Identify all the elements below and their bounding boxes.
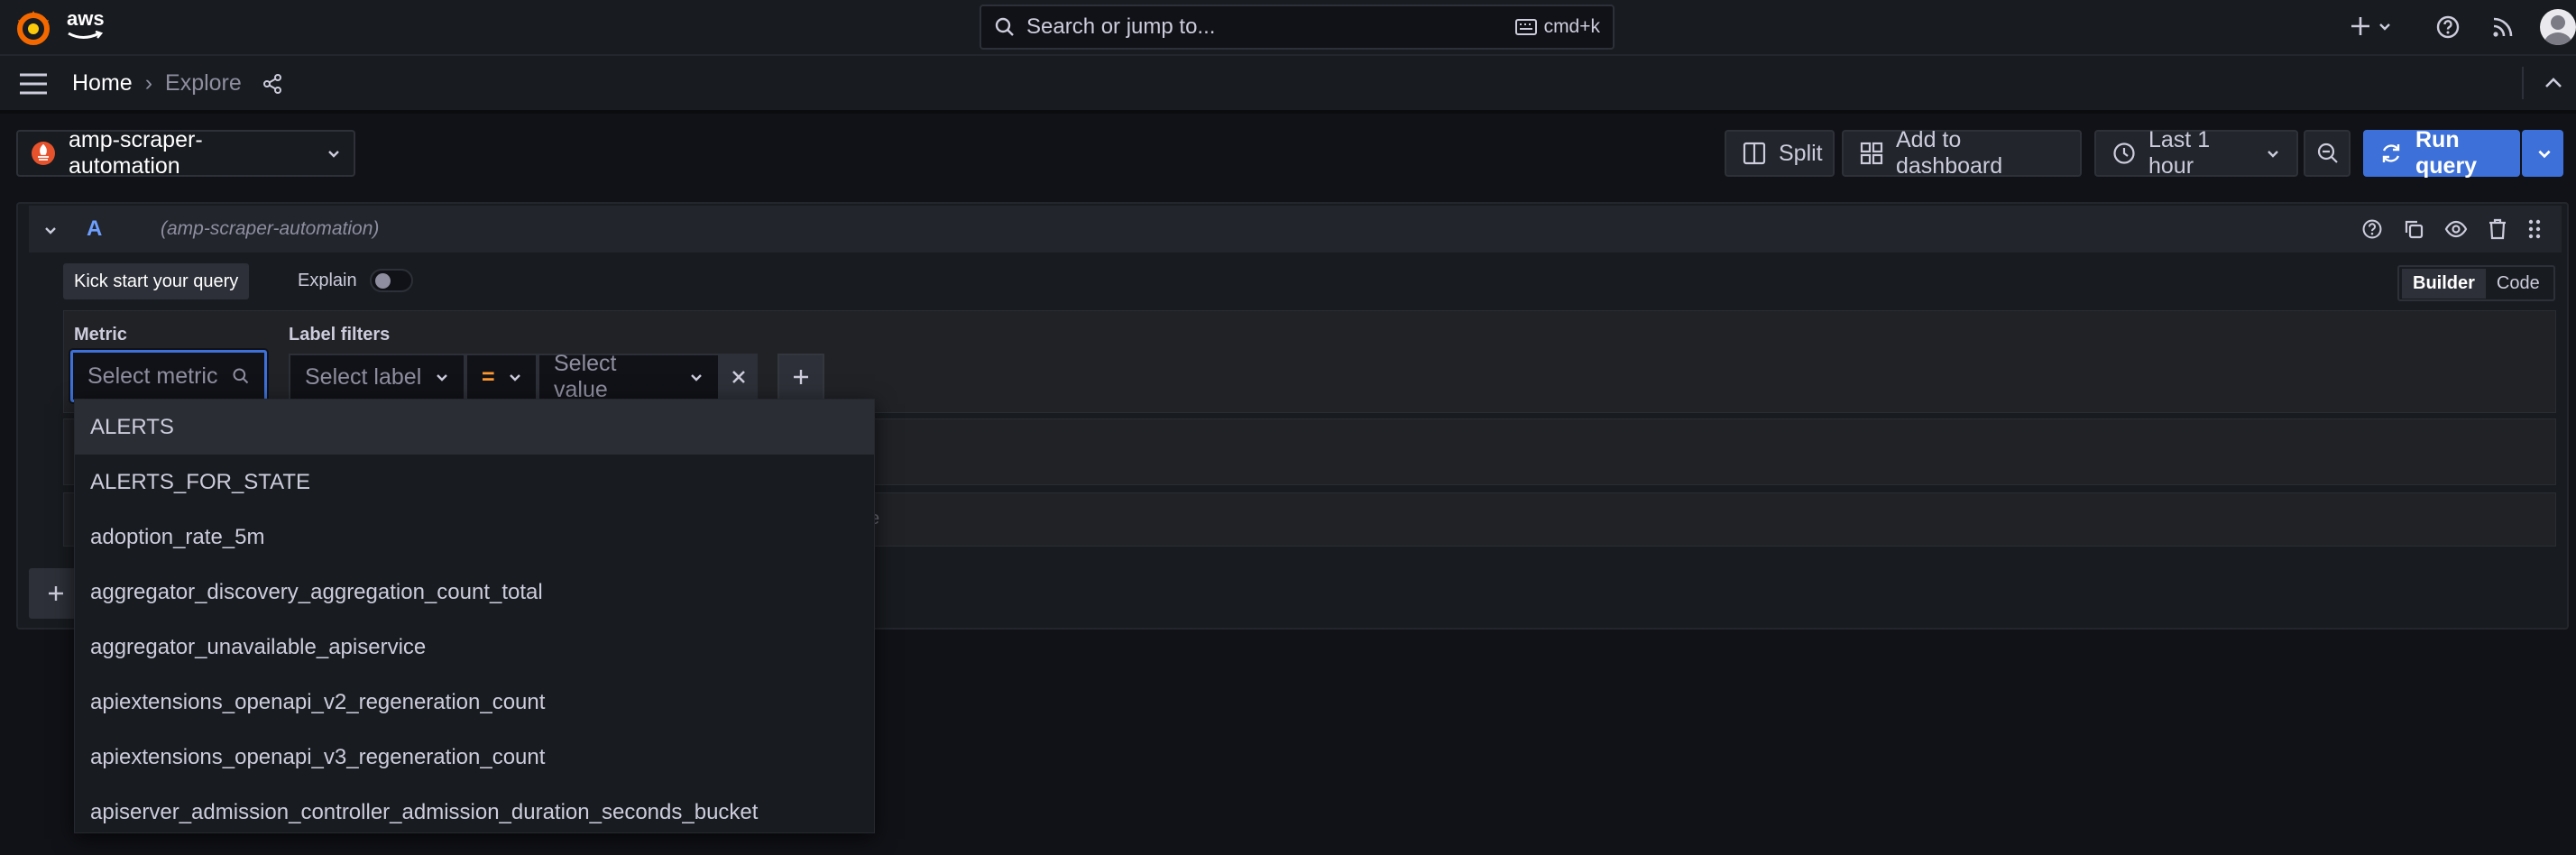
query-actions [2361, 218, 2542, 240]
metric-option[interactable]: ALERTS [75, 400, 874, 455]
aws-logo-text: aws [67, 7, 105, 30]
zoom-out-button[interactable] [2304, 130, 2351, 177]
code-mode-tab[interactable]: Code [2486, 269, 2551, 299]
breadcrumb-separator: › [144, 70, 153, 96]
time-range-picker[interactable]: Last 1 hour [2094, 127, 2298, 179]
run-query-button[interactable]: Run query [2363, 127, 2520, 179]
divider [2522, 67, 2524, 99]
metric-option[interactable]: ALERTS_FOR_STATE [75, 455, 874, 510]
eye-icon[interactable] [2444, 218, 2468, 240]
run-query-label: Run query [2415, 127, 2478, 179]
value-select-placeholder: Select value [554, 351, 617, 402]
copy-icon[interactable] [2403, 218, 2424, 240]
metric-label: Metric [74, 325, 127, 345]
kick-start-button[interactable]: Kick start your query [63, 263, 250, 299]
run-query-options-button[interactable] [2522, 130, 2563, 177]
news-feed-icon[interactable] [2491, 15, 2515, 39]
plus-icon [46, 584, 66, 603]
query-ref-id[interactable]: A [87, 216, 102, 242]
metric-option[interactable]: adoption_rate_5m [75, 510, 874, 565]
metric-option[interactable]: apiserver_admission_controller_admission… [75, 785, 874, 840]
apps-icon [1860, 142, 1883, 165]
collapse-chevron-icon[interactable] [43, 223, 58, 237]
chevron-down-icon [2378, 19, 2392, 33]
add-to-dashboard-label: Add to dashboard [1896, 127, 2003, 179]
search-icon [232, 367, 250, 385]
add-filter-button[interactable] [777, 354, 824, 400]
chevron-down-icon [508, 370, 522, 384]
remove-filter-button[interactable] [720, 354, 758, 400]
split-label: Split [1779, 140, 1823, 166]
chevron-down-icon [2536, 145, 2553, 161]
chevron-down-icon [2266, 146, 2280, 161]
metric-option[interactable]: apiextensions_openapi_v2_regeneration_co… [75, 675, 874, 730]
breadcrumb-home[interactable]: Home [72, 70, 133, 97]
label-filters-label: Label filters [289, 325, 391, 345]
user-avatar[interactable] [2540, 9, 2576, 45]
refresh-icon [2379, 142, 2403, 165]
chevron-down-icon [435, 370, 449, 384]
query-datasource-hint: (amp-scraper-automation) [161, 218, 380, 239]
trash-icon[interactable] [2488, 218, 2507, 240]
breadcrumb-explore: Explore [165, 70, 242, 96]
search-shortcut: cmd+k [1514, 16, 1600, 38]
metric-dropdown-menu: ALERTS ALERTS_FOR_STATE adoption_rate_5m… [74, 399, 875, 833]
metric-select-input[interactable]: Select metric [70, 350, 267, 402]
breadcrumb: Home › Explore [72, 70, 242, 97]
zoom-out-icon [2316, 142, 2340, 165]
label-select-placeholder: Select label [305, 363, 422, 390]
help-icon[interactable] [2435, 14, 2461, 40]
builder-mode-tab[interactable]: Builder [2402, 268, 2486, 299]
plus-icon [2349, 14, 2372, 38]
drag-handle-icon[interactable] [2527, 218, 2542, 240]
metric-select-placeholder: Select metric [87, 363, 218, 389]
metric-option[interactable]: aggregator_unavailable_apiservice [75, 620, 874, 675]
columns-icon [1743, 142, 1766, 165]
operator-value: = [482, 363, 495, 390]
help-icon[interactable] [2361, 218, 2383, 240]
datasource-name: amp-scraper-automation [69, 127, 203, 179]
chevron-down-icon [327, 146, 341, 161]
time-range-label: Last 1 hour [2148, 127, 2211, 179]
share-icon[interactable] [262, 73, 283, 95]
search-bar[interactable]: Search or jump to... cmd+k [980, 5, 1615, 50]
search-icon [994, 16, 1016, 38]
clock-icon [2112, 142, 2136, 165]
prometheus-icon [31, 141, 56, 166]
explain-toggle[interactable] [370, 269, 413, 292]
value-select[interactable]: Select value [538, 351, 720, 402]
add-to-dashboard-button[interactable]: Add to dashboard [1842, 127, 2082, 179]
toggle-knob [375, 273, 391, 289]
datasource-picker[interactable]: amp-scraper-automation [16, 127, 355, 179]
plus-icon [791, 367, 811, 387]
shortcut-label: cmd+k [1543, 16, 1600, 37]
search-placeholder: Search or jump to... [1026, 14, 1216, 39]
close-icon [731, 369, 747, 385]
new-button[interactable] [2349, 14, 2392, 38]
label-select[interactable]: Select label [289, 354, 465, 400]
aws-smile-icon [67, 31, 103, 41]
menu-icon[interactable] [18, 72, 49, 96]
grafana-logo-icon[interactable] [14, 9, 52, 47]
explain-label: Explain [298, 271, 357, 290]
keyboard-icon [1514, 19, 1537, 35]
editor-mode-switch: Builder Code [2397, 265, 2555, 301]
breadcrumb-bar [0, 56, 2576, 114]
query-header-row [29, 206, 2562, 253]
metric-option[interactable]: apiextensions_openapi_v3_regeneration_co… [75, 730, 874, 785]
split-button[interactable]: Split [1725, 130, 1835, 177]
metric-option[interactable]: aggregator_discovery_aggregation_count_t… [75, 565, 874, 620]
chevron-down-icon [689, 370, 704, 384]
chevron-up-icon[interactable] [2544, 76, 2563, 90]
operator-select[interactable]: = [465, 354, 538, 400]
